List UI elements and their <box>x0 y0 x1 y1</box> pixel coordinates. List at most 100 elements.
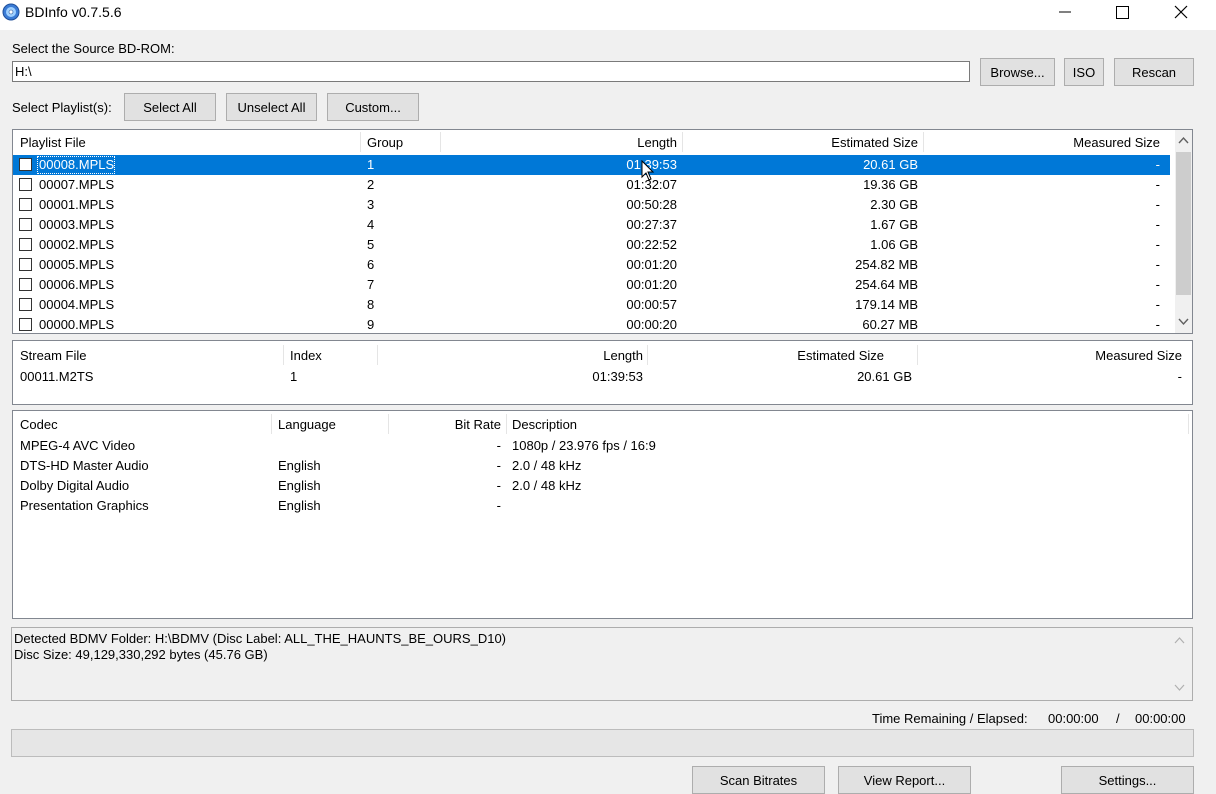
playlist-est-cell: 2.30 GB <box>870 197 918 212</box>
header-playlist-file[interactable]: Playlist File <box>20 130 86 154</box>
scroll-down-icon[interactable] <box>1178 318 1189 326</box>
time-label: Time Remaining / Elapsed: <box>872 711 1028 726</box>
scan-progress-bar <box>11 729 1194 757</box>
playlist-est-cell: 179.14 MB <box>855 297 918 312</box>
header-language[interactable]: Language <box>278 412 336 436</box>
header-length[interactable]: Length <box>443 130 677 154</box>
header-codec[interactable]: Codec <box>20 412 58 436</box>
close-icon <box>1174 5 1188 19</box>
stream-file-cell: 00011.M2TS <box>20 369 94 384</box>
stream-table: Stream File Index Length Estimated Size … <box>12 340 1193 405</box>
playlist-file-cell: 00001.MPLS <box>39 197 115 212</box>
stream-index-cell: 1 <box>290 369 298 384</box>
playlist-measured-cell: - <box>1155 197 1160 212</box>
time-remaining: 00:00:00 <box>1048 711 1099 726</box>
playlist-file-cell: 00005.MPLS <box>39 257 115 272</box>
playlist-length-cell: 00:27:37 <box>626 217 677 232</box>
playlist-measured-cell: - <box>1155 157 1160 172</box>
playlist-length-cell: 00:01:20 <box>626 277 677 292</box>
table-row[interactable]: DTS-HD Master Audio English -2.0 / 48 kHz <box>13 456 1192 476</box>
playlist-est-cell: 1.06 GB <box>870 237 918 252</box>
table-row[interactable]: Dolby Digital Audio English -2.0 / 48 kHz <box>13 476 1192 496</box>
header-index[interactable]: Index <box>290 343 322 367</box>
table-row[interactable]: 00005.MPLS 6 00:01:20 254.82 MB - <box>13 255 1170 275</box>
codec-table: Codec Language Bit Rate Description MPEG… <box>12 410 1193 619</box>
header-stream-estimated-size[interactable]: Estimated Size <box>650 343 884 367</box>
stream-measured-cell: - <box>1177 369 1182 384</box>
scroll-up-icon[interactable] <box>1174 636 1185 644</box>
table-row[interactable]: 00004.MPLS 8 00:00:57 179.14 MB - <box>13 295 1170 315</box>
playlist-measured-cell: - <box>1155 257 1160 272</box>
bitrate-cell: - <box>496 478 501 493</box>
status-line-folder: Detected BDMV Folder: H:\BDMV (Disc Labe… <box>14 631 507 646</box>
scroll-thumb[interactable] <box>1176 152 1191 295</box>
select-playlists-label: Select Playlist(s): <box>12 100 112 115</box>
maximize-icon <box>1115 5 1129 19</box>
table-row[interactable]: 00002.MPLS 5 00:22:52 1.06 GB - <box>13 235 1170 255</box>
playlist-scrollbar[interactable] <box>1175 130 1192 333</box>
row-checkbox[interactable] <box>19 198 32 211</box>
row-checkbox[interactable] <box>19 278 32 291</box>
playlist-length-cell: 00:00:20 <box>626 317 677 332</box>
time-divider: / <box>1116 711 1120 726</box>
row-checkbox[interactable] <box>19 238 32 251</box>
source-path-input[interactable]: H:\ <box>12 61 970 82</box>
codec-cell: Presentation Graphics <box>20 498 149 513</box>
codec-cell: MPEG-4 AVC Video <box>20 438 136 453</box>
header-stream-file[interactable]: Stream File <box>20 343 86 367</box>
header-measured-size[interactable]: Measured Size <box>926 130 1160 154</box>
maximize-button[interactable] <box>1093 0 1151 24</box>
playlist-measured-cell: - <box>1155 177 1160 192</box>
scroll-down-icon[interactable] <box>1174 684 1185 692</box>
table-row[interactable]: 00011.M2TS 1 01:39:53 20.61 GB - <box>13 367 1192 387</box>
language-cell: English <box>278 478 321 493</box>
playlist-file-cell: 00008.MPLS <box>39 157 115 172</box>
settings-button[interactable]: Settings... <box>1061 766 1194 794</box>
playlist-group-cell: 3 <box>367 197 375 212</box>
minimize-button[interactable] <box>1036 0 1094 24</box>
stream-est-cell: 20.61 GB <box>857 369 912 384</box>
scroll-up-icon[interactable] <box>1178 136 1189 144</box>
table-row[interactable]: 00007.MPLS 2 01:32:07 19.36 GB - <box>13 175 1170 195</box>
playlist-group-cell: 6 <box>367 257 375 272</box>
browse-button[interactable]: Browse... <box>980 58 1055 86</box>
playlist-file-cell: 00003.MPLS <box>39 217 115 232</box>
header-group[interactable]: Group <box>367 130 403 154</box>
select-all-button[interactable]: Select All <box>124 93 216 121</box>
playlist-group-cell: 7 <box>367 277 375 292</box>
table-row[interactable]: 00003.MPLS 4 00:27:37 1.67 GB - <box>13 215 1170 235</box>
header-bit-rate[interactable]: Bit Rate <box>391 412 501 436</box>
scan-bitrates-button[interactable]: Scan Bitrates <box>692 766 825 794</box>
stream-length-cell: 01:39:53 <box>592 369 643 384</box>
row-checkbox[interactable] <box>19 318 32 331</box>
row-checkbox[interactable] <box>19 258 32 271</box>
table-row[interactable]: Presentation Graphics English - <box>13 496 1192 516</box>
playlist-group-cell: 2 <box>367 177 375 192</box>
iso-button[interactable]: ISO <box>1064 58 1104 86</box>
table-row[interactable]: 00006.MPLS 7 00:01:20 254.64 MB - <box>13 275 1170 295</box>
playlist-length-cell: 00:22:52 <box>626 237 677 252</box>
table-row[interactable]: MPEG-4 AVC Video -1080p / 23.976 fps / 16… <box>13 436 1192 456</box>
playlist-file-cell: 00000.MPLS <box>39 317 115 332</box>
bitrate-cell: - <box>496 458 501 473</box>
playlist-group-cell: 9 <box>367 317 375 332</box>
row-checkbox[interactable] <box>19 218 32 231</box>
header-stream-measured-size[interactable]: Measured Size <box>920 343 1182 367</box>
table-row[interactable]: 00000.MPLS 9 00:00:20 60.27 MB - <box>13 315 1170 333</box>
rescan-button[interactable]: Rescan <box>1114 58 1194 86</box>
unselect-all-button[interactable]: Unselect All <box>226 93 317 121</box>
row-checkbox[interactable] <box>19 178 32 191</box>
close-button[interactable] <box>1152 0 1210 24</box>
header-estimated-size[interactable]: Estimated Size <box>685 130 918 154</box>
view-report-button[interactable]: View Report... <box>838 766 971 794</box>
header-description[interactable]: Description <box>512 412 577 436</box>
source-label: Select the Source BD-ROM: <box>12 41 175 56</box>
header-stream-length[interactable]: Length <box>380 343 643 367</box>
playlist-measured-cell: - <box>1155 317 1160 332</box>
playlist-file-cell: 00007.MPLS <box>39 177 115 192</box>
row-checkbox[interactable] <box>19 298 32 311</box>
table-row[interactable]: 00001.MPLS 3 00:50:28 2.30 GB - <box>13 195 1170 215</box>
custom-button[interactable]: Custom... <box>327 93 419 121</box>
row-checkbox[interactable] <box>19 158 32 171</box>
table-row[interactable]: 00008.MPLS 1 01:39:53 20.61 GB - <box>13 155 1170 175</box>
